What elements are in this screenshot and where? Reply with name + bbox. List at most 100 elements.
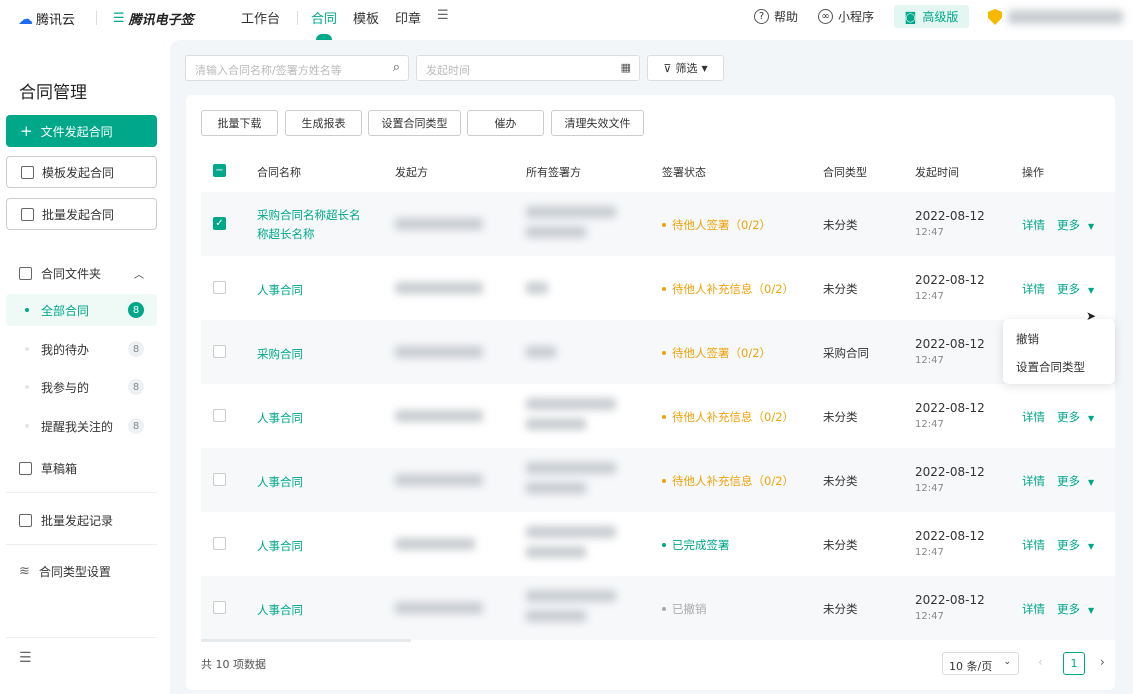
tencent-cloud-logo[interactable]: ☁ 腾讯云 (18, 9, 75, 29)
more-dropdown-menu: 撤销 设置合同类型 (1003, 319, 1115, 384)
table-row: ✓ 采购合同名称超长名称超长名称 待他人签署（0/2） 未分类 2022-08-… (201, 192, 1115, 256)
row-checkbox[interactable] (213, 601, 226, 614)
row-checkbox[interactable] (213, 409, 226, 422)
next-page-button[interactable]: › (1100, 655, 1105, 669)
date-input[interactable]: 发起时间 ▦ (416, 55, 640, 81)
signer-blurred (526, 398, 616, 410)
contract-name-link[interactable]: 人事合同 (257, 601, 367, 620)
menu-item-set-type[interactable]: 设置合同类型 (1016, 359, 1085, 375)
more-dropdown[interactable]: 更多 ▼ (1057, 601, 1094, 617)
chevron-down-icon: ⌄ (1003, 657, 1011, 667)
start-date: 2022-08-12 (915, 593, 985, 607)
filter-button[interactable]: ⊽ 筛选 ▼ (647, 55, 724, 81)
generate-report-button[interactable]: 生成报表 (285, 110, 362, 136)
sidebar-folder-toggle[interactable]: 合同文件夹 ︿ (19, 265, 144, 282)
collapse-sidebar-icon[interactable]: ☰ (19, 650, 32, 666)
contract-name-link[interactable]: 人事合同 (257, 409, 367, 428)
start-time: 12:47 (915, 227, 944, 238)
table-row: 人事合同 待他人补充信息（0/2） 未分类 2022-08-12 12:47 详… (201, 448, 1115, 512)
account-name-blurred[interactable] (1008, 10, 1123, 24)
more-dropdown[interactable]: 更多 ▼ (1057, 473, 1094, 489)
sidebar-item-batch-records[interactable]: 批量发起记录 (19, 512, 113, 529)
more-dropdown[interactable]: 更多 ▼ (1057, 409, 1094, 425)
file-start-contract-button[interactable]: + 文件发起合同 (6, 115, 157, 147)
clean-invalid-files-button[interactable]: 清理失效文件 (551, 110, 644, 136)
search-input[interactable]: 清输入合同名称/签署方姓名等 ⌕ (185, 55, 409, 81)
contract-name-link[interactable]: 人事合同 (257, 281, 367, 300)
table-row: 人事合同 已撤销 未分类 2022-08-12 12:47 详情 更多 ▼ (201, 576, 1115, 640)
page-1-button[interactable]: 1 (1063, 652, 1085, 675)
urge-button[interactable]: 催办 (467, 110, 544, 136)
start-date: 2022-08-12 (915, 337, 985, 351)
caret-down-icon: ▼ (701, 63, 708, 73)
status-badge: 已完成签署 (662, 537, 730, 553)
start-time: 12:47 (915, 355, 944, 366)
sidebar-item-all[interactable]: 全部合同 8 (6, 294, 157, 326)
esign-icon: ☰ (113, 11, 125, 26)
template-start-contract-button[interactable]: 模板发起合同 (6, 156, 157, 188)
sidebar-item-type-settings[interactable]: ≋ 合同类型设置 (19, 563, 111, 580)
prev-page-button[interactable]: ‹ (1038, 655, 1043, 669)
initiator-blurred (395, 474, 483, 486)
more-dropdown[interactable]: 更多 ▼ (1057, 537, 1094, 553)
caret-down-icon: ▼ (1088, 478, 1095, 487)
contract-type: 未分类 (823, 474, 858, 488)
row-checkbox[interactable] (213, 345, 226, 358)
detail-link[interactable]: 详情 (1022, 601, 1045, 617)
start-date: 2022-08-12 (915, 529, 985, 543)
page-size-select[interactable]: 10 条/页 ⌄ (942, 652, 1019, 675)
contract-name-link[interactable]: 采购合同名称超长名称超长名称 (257, 206, 367, 244)
table-header: − 合同名称 发起方 所有签署方 签署状态 合同类型 发起时间 操作 (201, 150, 1115, 192)
status-badge: 待他人补充信息（0/2） (662, 409, 794, 425)
sidebar-item-participated[interactable]: 我参与的 8 (6, 371, 157, 403)
detail-link[interactable]: 详情 (1022, 473, 1045, 489)
status-badge: 待他人签署（0/2） (662, 217, 771, 233)
batch-icon (19, 514, 32, 527)
detail-link[interactable]: 详情 (1022, 409, 1045, 425)
contract-type: 未分类 (823, 410, 858, 424)
nav-workbench[interactable]: 工作台 (241, 8, 280, 27)
batch-download-button[interactable]: 批量下载 (201, 110, 278, 136)
set-contract-type-button[interactable]: 设置合同类型 (368, 110, 461, 136)
sidebar-item-drafts[interactable]: 草稿箱 (19, 460, 77, 477)
sidebar-item-todo[interactable]: 我的待办 8 (6, 333, 157, 365)
row-checkbox[interactable] (213, 281, 226, 294)
nav-contracts[interactable]: 合同 (311, 8, 337, 27)
esign-logo[interactable]: ☰ 腾讯电子签 (113, 9, 194, 28)
menu-item-revoke[interactable]: 撤销 (1016, 331, 1039, 347)
sidebar-item-watching[interactable]: 提醒我关注的 8 (6, 410, 157, 442)
signer-blurred (526, 226, 586, 238)
more-dropdown[interactable]: 更多 ▼ (1057, 281, 1094, 297)
table-row: 人事合同 待他人补充信息（0/2） 未分类 2022-08-12 12:47 详… (201, 384, 1115, 448)
row-checkbox[interactable] (213, 473, 226, 486)
help-link[interactable]: ? 帮助 (754, 8, 798, 25)
contract-name-link[interactable]: 人事合同 (257, 537, 367, 556)
horizontal-scrollbar[interactable] (201, 639, 411, 642)
row-checkbox[interactable]: ✓ (213, 217, 226, 230)
contract-name-link[interactable]: 采购合同 (257, 345, 367, 364)
detail-link[interactable]: 详情 (1022, 217, 1045, 233)
search-icon: ⌕ (392, 60, 400, 75)
nav-seals[interactable]: 印章 (395, 8, 421, 27)
nav-templates[interactable]: 模板 (353, 8, 379, 27)
initiator-blurred (395, 282, 483, 294)
start-date: 2022-08-12 (915, 465, 985, 479)
initiator-blurred (395, 602, 483, 614)
contract-name-link[interactable]: 人事合同 (257, 473, 367, 492)
layers-icon: ≋ (19, 564, 30, 579)
select-all-checkbox[interactable]: − (213, 164, 226, 177)
more-dropdown[interactable]: 更多 ▼ (1057, 217, 1094, 233)
plan-badge[interactable]: ◙ 高级版 (894, 5, 969, 28)
row-checkbox[interactable] (213, 537, 226, 550)
contracts-card: 批量下载 生成报表 设置合同类型 催办 清理失效文件 − 合同名称 发起方 所有… (186, 95, 1115, 690)
signer-blurred (526, 282, 548, 294)
detail-link[interactable]: 详情 (1022, 537, 1045, 553)
filter-icon: ⊽ (663, 61, 672, 75)
total-count: 共 10 项数据 (201, 658, 266, 671)
menu-icon[interactable]: ☰ (437, 8, 449, 23)
signer-blurred (526, 206, 616, 218)
start-date: 2022-08-12 (915, 209, 985, 223)
mini-program-link[interactable]: ∞ 小程序 (818, 8, 874, 25)
batch-start-contract-button[interactable]: 批量发起合同 (6, 198, 157, 230)
detail-link[interactable]: 详情 (1022, 281, 1045, 297)
